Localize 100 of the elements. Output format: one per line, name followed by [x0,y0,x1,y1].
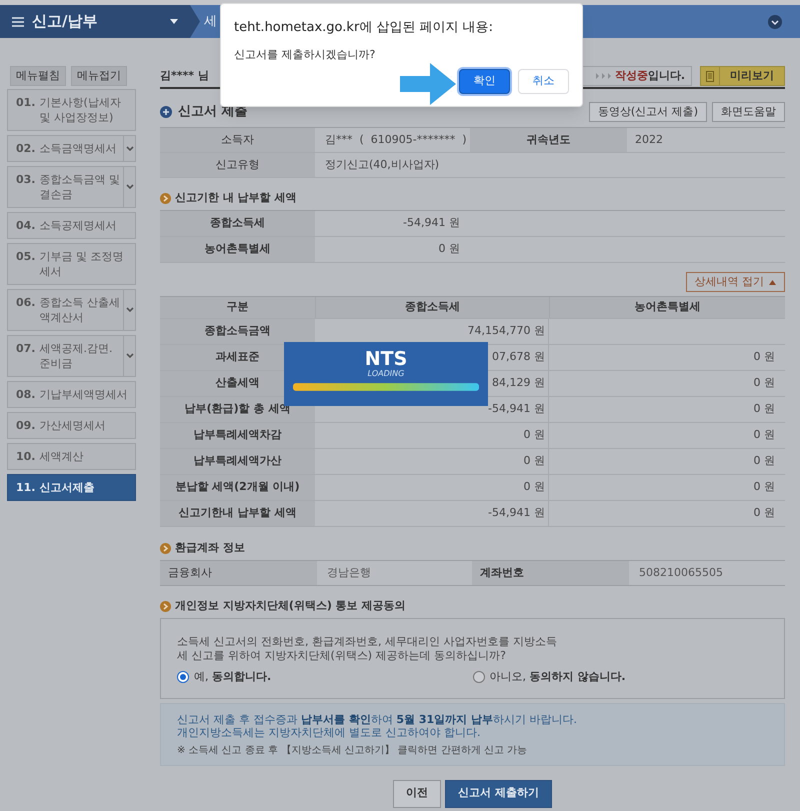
consent-question: 소득세 신고서의 전화번호, 환급계좌번호, 세무대리인 사업자번호를 지방소득세 신고를 위하여 지방자치단체(위택스) 제공하는데 동의하십니까? [177,635,557,663]
chevron-down-icon[interactable] [768,14,782,28]
table-header-cell: 귀속년도 [470,128,627,152]
table-header-cell: 종합소득금액 [160,319,315,344]
progress-arrows-icon [596,73,612,79]
caret-up-icon [769,280,776,284]
item-label: 가산세명세서 [40,418,106,433]
item-label: 소득금액명세서 [40,141,116,156]
pointer-arrow [400,63,456,105]
subsection-title: 신고기한 내 납부할 세액 [175,190,296,206]
item-label: 세액계산 [40,449,84,464]
sidebar-item[interactable]: 10. 세액계산 [7,443,136,470]
item-label: 신고서제출 [40,480,94,495]
table-cell-text: 0 원 [524,479,545,496]
sidebar-item[interactable]: 06. 종합소득 산출세액계산서 [7,289,136,331]
dialog-title: teht.hometax.go.kr에 삽입된 페이지 내용: [234,19,494,37]
preview-button[interactable]: 미리보기 [700,66,785,86]
table-cell-text: 0 원 [754,401,775,418]
table-cell-text: 0 원 [754,453,775,470]
dialog-message: 신고서를 제출하시겠습니까? [234,46,376,62]
notice-note: ※ 소득세 신고 종료 후 【지방소득세 신고하기】 클릭하면 간편하게 신고 가능 [177,744,528,756]
radio-button[interactable] [472,671,484,684]
item-number: 02. [16,141,36,156]
caret-down-icon[interactable] [170,19,178,24]
breadcrumb[interactable]: 세 [204,12,217,32]
notice-text: 개인지방소득세는 지방자치단체에 별도로 신고하여야 합니다. [177,726,482,738]
user-name: 김**** 님 [160,68,209,84]
table-header-cell: 소득자 [160,128,315,152]
collapse-details-button[interactable]: 상세내역 접기 [686,272,785,292]
chevron-down-icon [126,353,134,359]
item-label: 종합소득금액 및 결손금 [40,172,121,202]
expand-toggle[interactable] [123,336,135,376]
help-button[interactable]: 화면도움말 [712,102,785,122]
table-header-cell: 납부특례세액차감 [160,423,315,448]
status-text: 작성중입니다. [614,68,685,84]
table-cell-text: 경남은행 [326,564,372,581]
expand-toggle[interactable] [123,290,135,330]
radio-option[interactable]: 아니오, 동의하지 않습니다. [472,669,768,686]
sidebar-item[interactable]: 07. 세액공제.감면.준비금 [7,335,136,377]
table-header-cell: 분납할 세액(2개월 이내) [160,475,315,500]
previous-button[interactable]: 이전 [393,780,442,808]
sidebar-item[interactable]: 08. 기납부세액명세서 [7,381,136,408]
menu-icon[interactable] [12,16,24,26]
bullet-icon [160,600,171,612]
item-number: 11. [16,480,36,495]
help-button[interactable]: 동영상(신고서 제출) [588,102,707,122]
sidebar-item[interactable]: 05. 기부금 및 조정명세서 [7,243,136,285]
radio-button[interactable] [177,671,189,684]
expand-toggle[interactable] [123,167,135,207]
item-number: 10. [16,449,36,464]
table-cell-text: 508210065505 [638,564,724,581]
item-number: 05. [16,249,36,265]
item-label: 소득공제명세서 [40,218,116,233]
column-header: 종합소득세 [315,297,549,318]
table-header-cell: 종합소득세 [160,211,315,236]
item-number: 03. [16,172,36,188]
sidebar-item[interactable]: 03. 종합소득금액 및 결손금 [7,166,136,208]
subsection-title: 환급계좌 정보 [175,540,245,556]
table-header-cell: 납부특례세액가산 [160,449,315,474]
table-cell-text: 84,129 원 [492,375,545,392]
table-cell-text: -54,941 원 [488,401,545,418]
sidebar-item[interactable]: 09. 가산세명세서 [7,412,136,439]
radio-option[interactable]: 예, 동의합니다. [177,669,472,686]
loading-title: NTS [364,349,408,369]
chevron-down-icon [126,184,134,190]
bullet-icon [160,192,171,204]
confirm-button[interactable]: 확인 [459,69,510,94]
sidebar-item[interactable]: 11. 신고서제출 [7,474,136,501]
item-number: 01. [16,95,36,111]
table-header-cell: 신고유형 [160,153,315,177]
table-cell-text: 74,154,770 원 [468,323,545,340]
sidebar-item[interactable]: 01. 기본사항(납세자 및 사업장정보) [7,89,136,131]
table-cell-text: -54,941 원 [402,215,460,232]
menu-toggle-button[interactable]: 메뉴펼침 [10,66,66,86]
expand-toggle[interactable] [123,136,135,161]
table-cell-text: 0 원 [754,375,775,392]
table-cell-text: 2022 [634,132,664,148]
table-cell-text: 0 원 [754,479,775,496]
item-label: 세액공제.감면.준비금 [40,341,114,371]
table-cell-text: 0 원 [754,427,775,444]
bullet-icon [160,542,171,554]
menu-toggle-button[interactable]: 메뉴접기 [71,66,127,86]
submit-button[interactable]: 신고서 제출하기 [445,780,552,808]
item-number: 07. [16,341,36,357]
sidebar-item[interactable]: 04. 소득공제명세서 [7,212,136,239]
item-number: 09. [16,418,36,433]
table-header-cell: 농어촌특별세 [160,237,315,262]
table-cell-text: 김*** ( 610905-******* ) [324,132,468,148]
chevron-down-icon [126,146,134,152]
cancel-button[interactable]: 취소 [518,69,569,94]
item-number: 06. [16,295,36,311]
sidebar-item[interactable]: 02. 소득금액명세서 [7,135,136,162]
item-label: 기본사항(납세자 및 사업장정보) [40,95,122,125]
column-header: 농어촌특별세 [549,297,785,318]
item-label: 기납부세액명세서 [40,387,128,402]
item-label: 종합소득 산출세액계산서 [40,295,121,325]
table-header-cell: 계좌번호 [472,561,629,585]
chevron-down-icon [126,307,134,313]
table-cell-text: 07,678 원 [492,349,545,366]
loading-subtitle: LOADING [368,369,404,379]
